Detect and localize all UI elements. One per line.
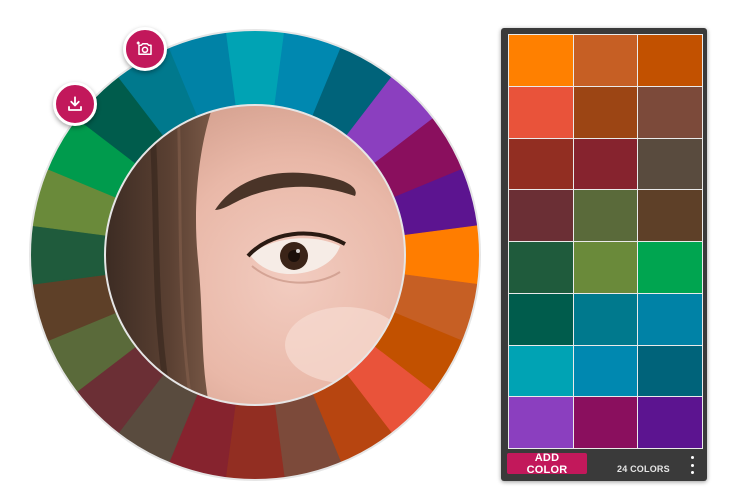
palette-swatch[interactable]	[573, 293, 638, 345]
wheel-segment[interactable]	[403, 225, 481, 285]
palette-swatch[interactable]	[638, 345, 702, 397]
palette-swatch[interactable]	[509, 138, 573, 190]
color-wheel-svg	[29, 29, 481, 481]
palette-swatch[interactable]	[509, 345, 573, 397]
palette-swatch[interactable]	[509, 190, 573, 241]
palette-swatch[interactable]	[573, 242, 638, 293]
more-vert-icon[interactable]	[687, 456, 697, 474]
palette-swatch[interactable]	[509, 242, 573, 293]
palette-swatch[interactable]	[509, 35, 573, 86]
palette-swatch[interactable]	[509, 86, 573, 138]
palette-swatch[interactable]	[638, 293, 702, 345]
palette-swatch[interactable]	[638, 190, 702, 241]
palette-swatch[interactable]	[638, 35, 702, 86]
palette-swatch[interactable]	[573, 35, 638, 86]
color-count-label: 24 COLORS	[617, 464, 670, 474]
wheel-segment[interactable]	[225, 29, 285, 107]
palette-swatch[interactable]	[573, 190, 638, 241]
palette-swatch[interactable]	[509, 397, 573, 448]
wheel-segment[interactable]	[29, 225, 107, 285]
wheel-segment[interactable]	[225, 403, 285, 481]
camera-plus-icon	[136, 41, 152, 55]
palette-swatch[interactable]	[509, 293, 573, 345]
palette-swatch[interactable]	[573, 345, 638, 397]
palette-grid	[508, 34, 703, 449]
add-photo-button[interactable]	[123, 27, 167, 71]
palette-swatch[interactable]	[638, 397, 702, 448]
add-color-button[interactable]: ADD COLOR	[507, 452, 587, 476]
palette-swatch[interactable]	[638, 86, 702, 138]
palette-swatch[interactable]	[573, 397, 638, 448]
palette-swatch[interactable]	[573, 138, 638, 190]
palette-panel: ADD COLOR 24 COLORS	[501, 28, 707, 481]
palette-swatch[interactable]	[573, 86, 638, 138]
download-icon	[68, 96, 82, 111]
color-wheel	[0, 0, 500, 499]
palette-swatch[interactable]	[638, 138, 702, 190]
download-button[interactable]	[53, 82, 97, 126]
palette-swatch[interactable]	[638, 242, 702, 293]
